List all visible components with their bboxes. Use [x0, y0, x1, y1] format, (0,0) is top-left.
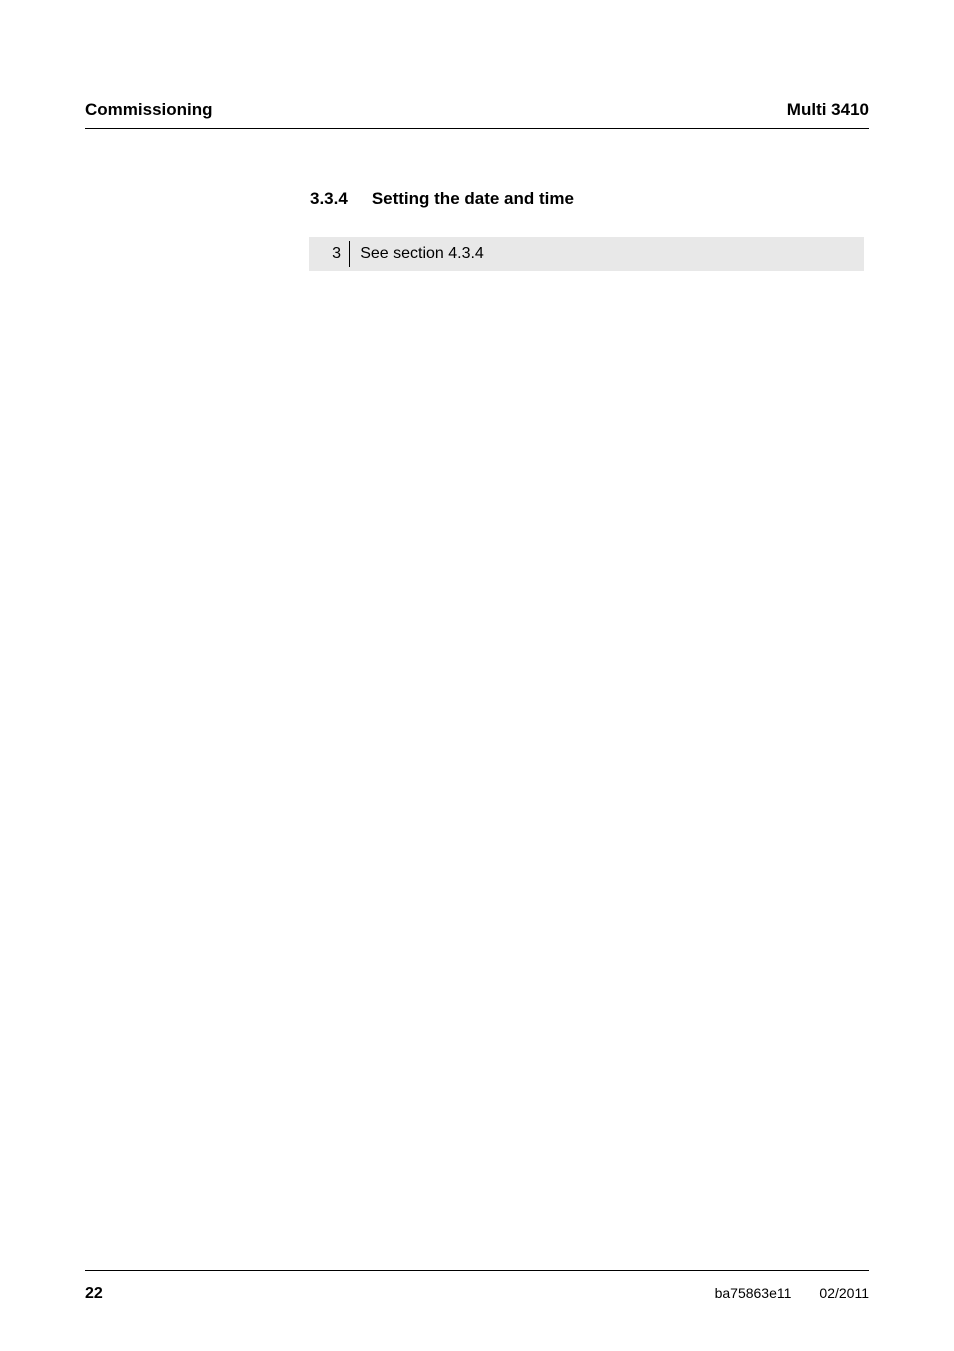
section-title: Setting the date and time: [372, 189, 574, 209]
doc-id: ba75863e11: [715, 1285, 792, 1301]
step-row: 3 See section 4.3.4: [309, 237, 864, 271]
header-left: Commissioning: [85, 100, 213, 120]
section-number: 3.3.4: [310, 189, 348, 209]
header-right: Multi 3410: [787, 100, 869, 120]
section-heading: 3.3.4 Setting the date and time: [310, 189, 869, 209]
footer-right: ba75863e11 02/2011: [715, 1285, 869, 1301]
page: Commissioning Multi 3410 3.3.4 Setting t…: [0, 0, 954, 1351]
footer-row: 22 ba75863e11 02/2011: [85, 1285, 869, 1303]
doc-date: 02/2011: [819, 1285, 869, 1301]
footer: 22 ba75863e11 02/2011: [85, 1270, 869, 1303]
page-number: 22: [85, 1285, 103, 1303]
step-text: See section 4.3.4: [350, 237, 484, 271]
step-number: 3: [309, 237, 349, 271]
header: Commissioning Multi 3410: [85, 100, 869, 129]
footer-rule: [85, 1270, 869, 1271]
